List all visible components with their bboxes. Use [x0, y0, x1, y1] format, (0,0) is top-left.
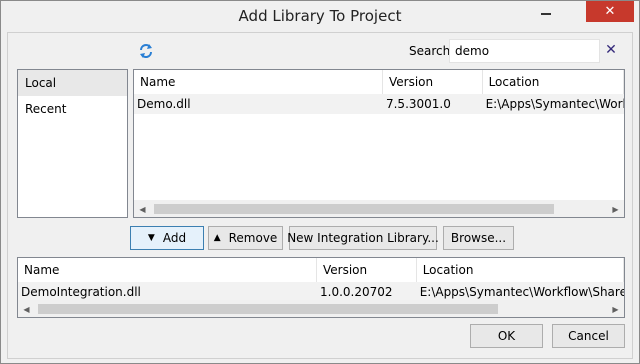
scroll-left-icon[interactable]: ◀ [134, 201, 151, 217]
ok-button[interactable]: OK [470, 324, 543, 348]
cancel-button[interactable]: Cancel [552, 324, 625, 348]
add-library-dialog: Add Library To Project ✕ Search ✕ Local … [0, 0, 640, 364]
table-header: Name Version Location [134, 70, 624, 94]
scrollbar-thumb[interactable] [154, 204, 554, 214]
clear-search-icon[interactable]: ✕ [604, 41, 618, 59]
row-name: Demo.dll [137, 97, 191, 111]
available-libraries-table: Name Version Location Demo.dll 7.5.3001.… [133, 69, 625, 218]
row-location: E:\Apps\Symantec\Workflow\Shared\c [419, 285, 624, 299]
browse-button[interactable]: Browse... [443, 226, 514, 250]
column-header-name[interactable]: Name [18, 258, 317, 282]
refresh-icon[interactable] [138, 43, 154, 59]
arrow-up-icon: ▲ [213, 233, 221, 243]
column-header-version[interactable]: Version [317, 258, 417, 282]
scroll-right-icon[interactable]: ▶ [607, 201, 624, 217]
source-item-local[interactable]: Local [18, 70, 127, 96]
minimize-icon [541, 12, 551, 15]
remove-button[interactable]: ▲ Remove [208, 226, 283, 250]
row-location: E:\Apps\Symantec\Workflo [485, 97, 624, 111]
minimize-button[interactable] [531, 1, 561, 22]
new-integration-library-label: New Integration Library... [287, 231, 439, 245]
row-version: 7.5.3001.0 [385, 97, 451, 111]
close-window-button[interactable]: ✕ [586, 1, 634, 22]
horizontal-scrollbar[interactable]: ◀ ▶ [18, 300, 624, 317]
browse-button-label: Browse... [450, 231, 507, 245]
scrollbar-thumb[interactable] [38, 304, 498, 314]
scroll-left-icon[interactable]: ◀ [18, 301, 35, 317]
column-header-location[interactable]: Location [483, 70, 624, 94]
arrow-down-icon: ▼ [147, 233, 155, 243]
ok-button-label: OK [497, 329, 516, 343]
search-label: Search [409, 44, 451, 58]
table-header: Name Version Location [18, 258, 624, 282]
add-button[interactable]: ▼ Add [130, 226, 204, 250]
horizontal-scrollbar[interactable]: ◀ ▶ [134, 200, 624, 217]
cancel-button-label: Cancel [568, 329, 609, 343]
search-input[interactable] [449, 39, 600, 63]
table-row[interactable]: DemoIntegration.dll 1.0.0.20702 E:\Apps\… [18, 282, 624, 302]
title-bar: Add Library To Project ✕ [1, 1, 639, 32]
row-version: 1.0.0.20702 [320, 285, 393, 299]
add-button-label: Add [162, 231, 187, 245]
remove-button-label: Remove [228, 231, 278, 245]
selected-libraries-table: Name Version Location DemoIntegration.dl… [17, 257, 625, 318]
scroll-right-icon[interactable]: ▶ [607, 301, 624, 317]
new-integration-library-button[interactable]: New Integration Library... [287, 226, 439, 250]
column-header-location[interactable]: Location [417, 258, 624, 282]
column-header-name[interactable]: Name [134, 70, 383, 94]
close-icon: ✕ [604, 4, 616, 19]
source-item-recent[interactable]: Recent [18, 96, 127, 122]
column-header-version[interactable]: Version [383, 70, 483, 94]
library-source-list: Local Recent [17, 69, 128, 218]
row-name: DemoIntegration.dll [21, 285, 141, 299]
table-row[interactable]: Demo.dll 7.5.3001.0 E:\Apps\Symantec\Wor… [134, 94, 624, 114]
